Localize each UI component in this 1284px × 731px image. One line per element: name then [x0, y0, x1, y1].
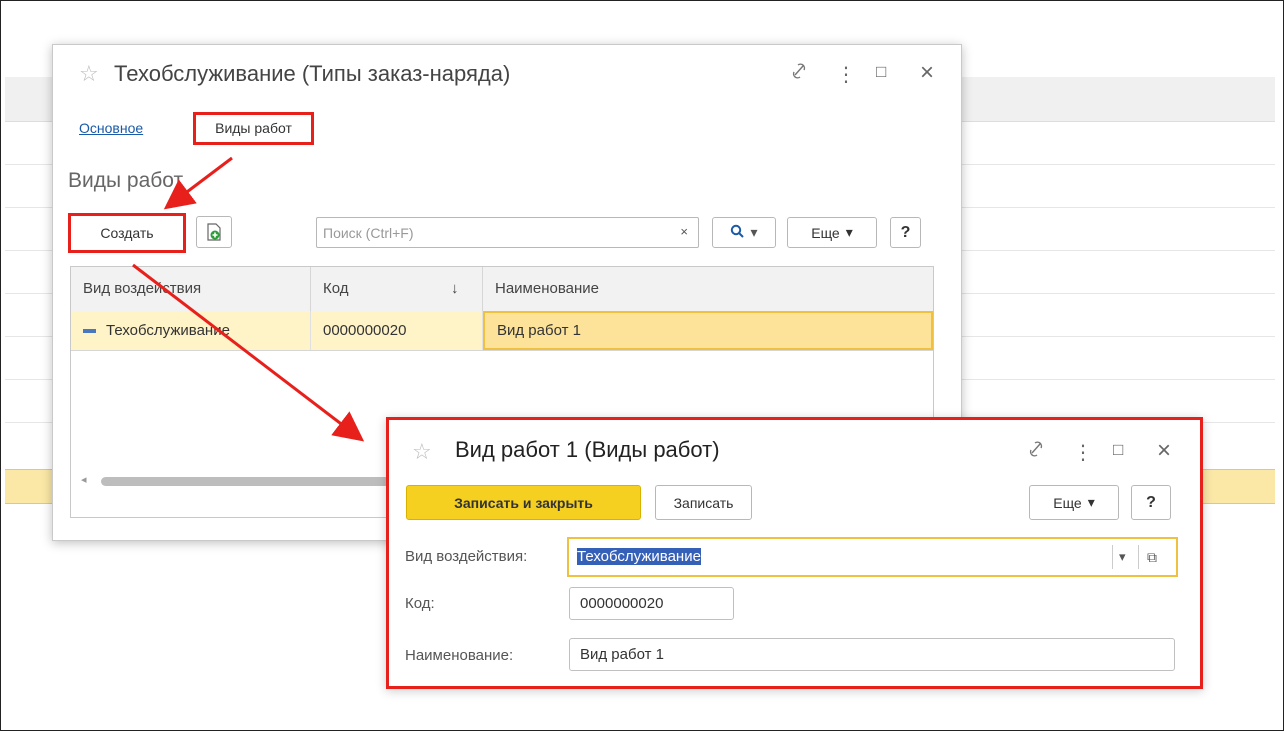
annotation-arrows [132, 156, 365, 442]
annotation-arrow-to-edit-window [132, 263, 365, 442]
annotation-arrow-to-create [163, 156, 233, 210]
